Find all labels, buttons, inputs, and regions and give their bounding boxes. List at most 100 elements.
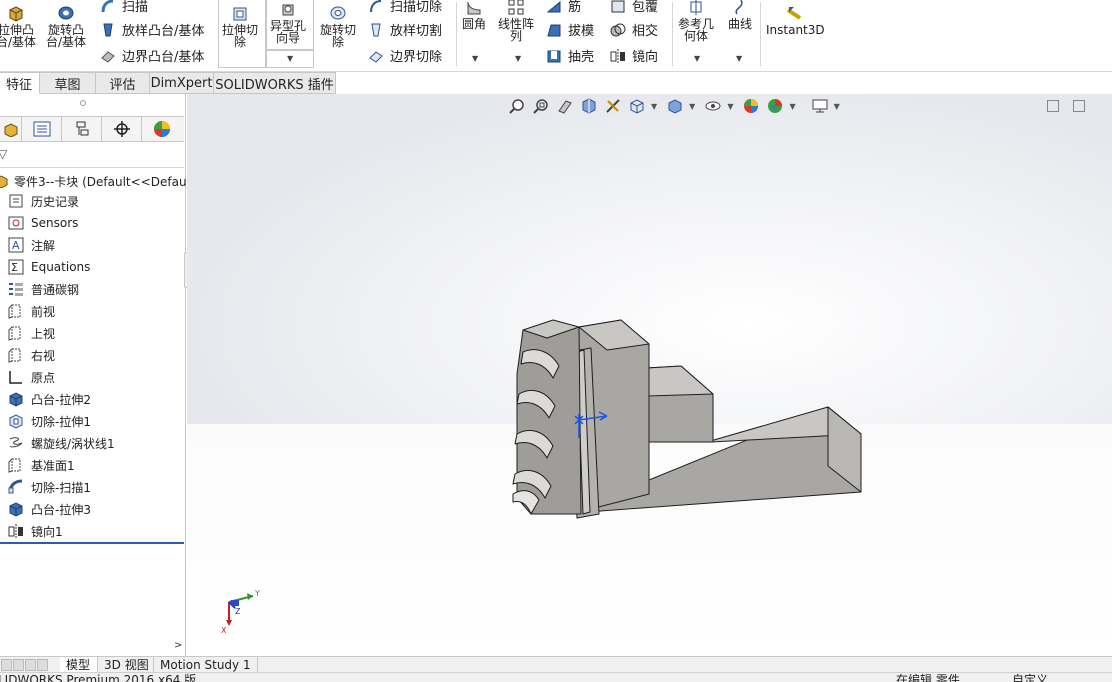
mirror-button[interactable]: 镜向 — [610, 46, 658, 65]
zoom-to-area-icon[interactable] — [531, 96, 551, 116]
view-orientation-icon[interactable] — [627, 96, 647, 116]
intersect-button[interactable]: 相交 — [610, 20, 658, 39]
filter-icon[interactable]: ▽ — [0, 147, 7, 161]
apply-scene-icon[interactable] — [765, 96, 785, 116]
curves-button[interactable]: 曲线 — [728, 0, 752, 30]
revolved-boss-button[interactable]: 旋转凸 台/基体 — [46, 4, 86, 48]
tree-item[interactable]: 基准面1 — [0, 454, 184, 476]
edit-appearance-icon[interactable] — [741, 96, 761, 116]
tree-item[interactable]: 前视 — [0, 300, 184, 322]
tree-item[interactable]: 镜向1 — [0, 520, 184, 542]
draft-button[interactable]: 拔模 — [546, 20, 594, 39]
instant3d-button[interactable]: Instant3D — [766, 4, 825, 36]
chevron-down-icon[interactable]: ▼ — [689, 102, 695, 111]
tree-item[interactable]: 螺旋线/涡状线1 — [0, 432, 184, 454]
reference-geometry-button[interactable]: 参考几 何体 — [678, 0, 714, 42]
tree-item[interactable]: Σ Equations — [0, 256, 184, 278]
tree-item[interactable]: Sensors — [0, 212, 184, 234]
tab-3d-views[interactable]: 3D 视图 — [98, 657, 154, 672]
tab-solidworks-addins[interactable]: SOLIDWORKS 插件 — [214, 72, 336, 94]
revolved-cut-button[interactable]: 旋转切 除 — [320, 4, 356, 48]
dimxpert-manager-tab[interactable] — [102, 117, 142, 141]
viewport-maximize-icon[interactable] — [1073, 100, 1085, 112]
tab-dimxpert[interactable]: DimXpert — [150, 72, 214, 94]
swept-boss-button[interactable]: 扫描 — [100, 0, 148, 15]
display-manager-tab[interactable] — [142, 117, 182, 141]
tab-model[interactable]: 模型 — [60, 657, 98, 672]
product-version: LIDWORKS Premium 2016 x64 版 — [0, 673, 197, 682]
first-tab-nav-icon[interactable] — [1, 658, 12, 671]
chevron-down-icon[interactable]: ▼ — [789, 102, 795, 111]
next-tab-nav-icon[interactable] — [25, 658, 36, 671]
chevron-down-icon: ▼ — [287, 54, 294, 63]
rib-button[interactable]: 筋 — [546, 0, 581, 15]
origin-icon — [8, 369, 31, 385]
section-view-icon[interactable] — [579, 96, 599, 116]
wrap-icon — [611, 0, 625, 12]
tree-item-label: 前视 — [31, 304, 56, 319]
configuration-manager-tab[interactable] — [62, 117, 102, 141]
tree-item[interactable]: 切除-拉伸1 — [0, 410, 184, 432]
chevron-down-icon[interactable]: ▼ — [834, 102, 840, 111]
swept-cut-button[interactable]: 扫描切除 — [368, 0, 442, 15]
chevron-down-icon[interactable]: ▼ — [472, 54, 478, 63]
tree-item-label: 切除-拉伸1 — [31, 414, 91, 429]
zoom-to-fit-icon[interactable] — [507, 96, 527, 116]
hole-wizard-dropdown[interactable]: ▼ — [266, 50, 314, 68]
previous-view-icon[interactable] — [555, 96, 575, 116]
boundary-cut-button[interactable]: 边界切除 — [368, 46, 442, 65]
chevron-right-icon[interactable]: > — [174, 640, 182, 651]
dynamic-annotation-icon[interactable] — [603, 96, 623, 116]
prev-tab-nav-icon[interactable] — [13, 658, 24, 671]
tab-motion-study[interactable]: Motion Study 1 — [154, 657, 258, 672]
tree-item[interactable]: 切除-扫描1 — [0, 476, 184, 498]
tree-item[interactable]: 普通碳钢 — [0, 278, 184, 300]
tree-item[interactable]: 凸台-拉伸2 — [0, 388, 184, 410]
manager-tabs — [0, 116, 184, 142]
feature-manager-tab[interactable] — [0, 117, 22, 141]
tree-item[interactable]: 凸台-拉伸3 — [0, 498, 184, 520]
hole-wizard-button[interactable]: 异型孔 向导 — [270, 0, 306, 44]
appearance-ball-icon — [154, 121, 170, 137]
extruded-boss-button[interactable]: 拉伸凸 台/基体 — [0, 4, 36, 48]
boundary-boss-button[interactable]: 边界凸台/基体 — [100, 46, 204, 65]
tab-evaluate[interactable]: 评估 — [96, 72, 150, 94]
graphics-viewport[interactable]: ▼ ▼ ▼ ▼ ▼ Y X Z — [187, 94, 1112, 656]
tree-item[interactable]: 原点 — [0, 366, 184, 388]
wrap-button[interactable]: 包覆 — [610, 0, 658, 15]
tree-item[interactable]: A 注解 — [0, 234, 184, 256]
extruded-cut-button[interactable]: 拉伸切 除 — [222, 4, 258, 48]
tree-item-label: 切除-扫描1 — [31, 480, 91, 495]
rollback-bar[interactable] — [0, 542, 184, 544]
chevron-down-icon[interactable]: ▼ — [736, 54, 742, 63]
tree-item[interactable]: 上视 — [0, 322, 184, 344]
lofted-cut-button[interactable]: 放样切割 — [368, 20, 442, 39]
tree-root-part[interactable]: 零件3--卡块 (Default<<Default — [0, 172, 195, 190]
plane-icon — [8, 347, 31, 363]
unit-system[interactable]: 自定义 — [1012, 674, 1048, 682]
tree-item[interactable]: 历史记录 — [0, 190, 184, 212]
property-manager-tab[interactable] — [22, 117, 62, 141]
tree-item[interactable]: 右视 — [0, 344, 184, 366]
linear-pattern-button[interactable]: 线性阵 列 — [498, 0, 534, 42]
shell-button[interactable]: 抽壳 — [546, 46, 594, 65]
lofted-boss-button[interactable]: 放样凸台/基体 — [100, 20, 204, 39]
display-style-icon[interactable] — [665, 96, 685, 116]
hide-show-items-icon[interactable] — [703, 96, 723, 116]
chevron-down-icon[interactable]: ▼ — [694, 54, 700, 63]
fillet-button[interactable]: 圆角 — [462, 0, 486, 30]
chevron-down-icon[interactable]: ▼ — [515, 54, 521, 63]
rib-icon — [546, 0, 561, 12]
tab-sketch[interactable]: 草图 — [40, 72, 96, 94]
view-settings-icon[interactable] — [810, 96, 830, 116]
chevron-down-icon[interactable]: ▼ — [651, 102, 657, 111]
3d-model-clamp-block[interactable] — [187, 94, 1112, 656]
chevron-down-icon[interactable]: ▼ — [727, 102, 733, 111]
tab-features[interactable]: 特征 — [0, 72, 40, 94]
boundary-cut-icon — [369, 50, 383, 63]
viewport-restore-icon[interactable] — [1047, 100, 1059, 112]
panel-grip[interactable] — [80, 100, 86, 106]
last-tab-nav-icon[interactable] — [37, 658, 48, 671]
tree-filter-row[interactable]: ▽ — [0, 142, 184, 168]
ribbon-separator — [672, 2, 673, 66]
